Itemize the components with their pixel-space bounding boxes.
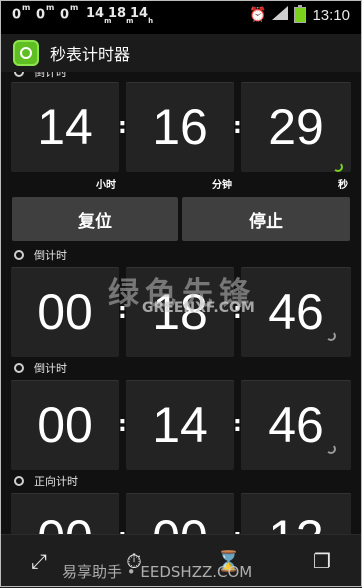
timer-digits[interactable]: 00 : 00 : 13 <box>0 493 362 534</box>
seconds-digit: 46 <box>241 267 351 357</box>
hours-digit: 00 <box>11 267 119 357</box>
notification-icon: 0m <box>60 3 79 23</box>
app-title-bar: 秒表计时器 <box>0 34 362 74</box>
radio-dot-icon <box>14 250 24 260</box>
minutes-digit: 00 <box>126 493 234 534</box>
battery-icon <box>294 5 307 23</box>
timer-label: 倒计时 <box>34 72 67 79</box>
status-time: 13:10 <box>312 6 350 24</box>
fullscreen-icon[interactable]: ⤢ <box>27 549 51 573</box>
status-bar: 0m 0m 0m 14m 18m 14h ⏰ 13:10 <box>0 0 362 34</box>
hours-digit: 00 <box>11 380 119 470</box>
progress-spinner-icon <box>333 162 343 172</box>
minutes-digit: 14 <box>126 380 234 470</box>
radio-dot-icon <box>14 72 24 77</box>
timer-label: 倒计时 <box>34 362 67 375</box>
timer-label: 正向计时 <box>34 475 78 488</box>
hours-digit: 00 <box>11 493 119 534</box>
timer-digits[interactable]: 00 : 14 : 46 <box>0 380 362 472</box>
minutes-digit: 16 <box>126 82 234 172</box>
stopwatch-app-icon <box>13 40 39 66</box>
minutes-unit-label: 分钟 <box>212 180 232 191</box>
app-title: 秒表计时器 <box>50 45 131 64</box>
signal-icon <box>272 6 289 24</box>
radio-dot-icon <box>14 476 24 486</box>
notification-icon: 0m <box>36 3 55 23</box>
seconds-digit: 29 <box>241 82 351 172</box>
bottom-watermark: 易享助手 • EEDSHZZ.COM <box>62 563 253 581</box>
notification-icon: 14h <box>130 6 154 25</box>
timer-digits: 14 : 16 : 29 <box>0 82 362 174</box>
timer-header: 正向计时 <box>0 472 362 490</box>
progress-spinner-icon <box>326 444 336 454</box>
progress-spinner-icon <box>326 331 336 341</box>
watermark-url: GREENXF.COM <box>142 300 255 316</box>
reset-button[interactable]: 复位 <box>12 197 178 241</box>
radio-dot-icon <box>14 363 24 373</box>
hours-digit: 14 <box>11 82 119 172</box>
timer-header: 倒计时 <box>0 359 362 377</box>
manage-timers-icon[interactable]: ❐ <box>310 549 334 573</box>
seconds-digit: 13 <box>241 493 351 534</box>
hours-unit-label: 小时 <box>96 180 116 191</box>
stop-button[interactable]: 停止 <box>182 197 350 241</box>
alarm-icon: ⏰ <box>249 7 267 23</box>
seconds-unit-label: 秒 <box>338 180 348 191</box>
timer-header: 倒计时 <box>0 246 362 264</box>
seconds-digit: 46 <box>241 380 351 470</box>
timer-label: 倒计时 <box>34 249 67 262</box>
timer-header: 倒计时 <box>0 72 362 81</box>
notification-icon: 0m <box>12 3 31 23</box>
